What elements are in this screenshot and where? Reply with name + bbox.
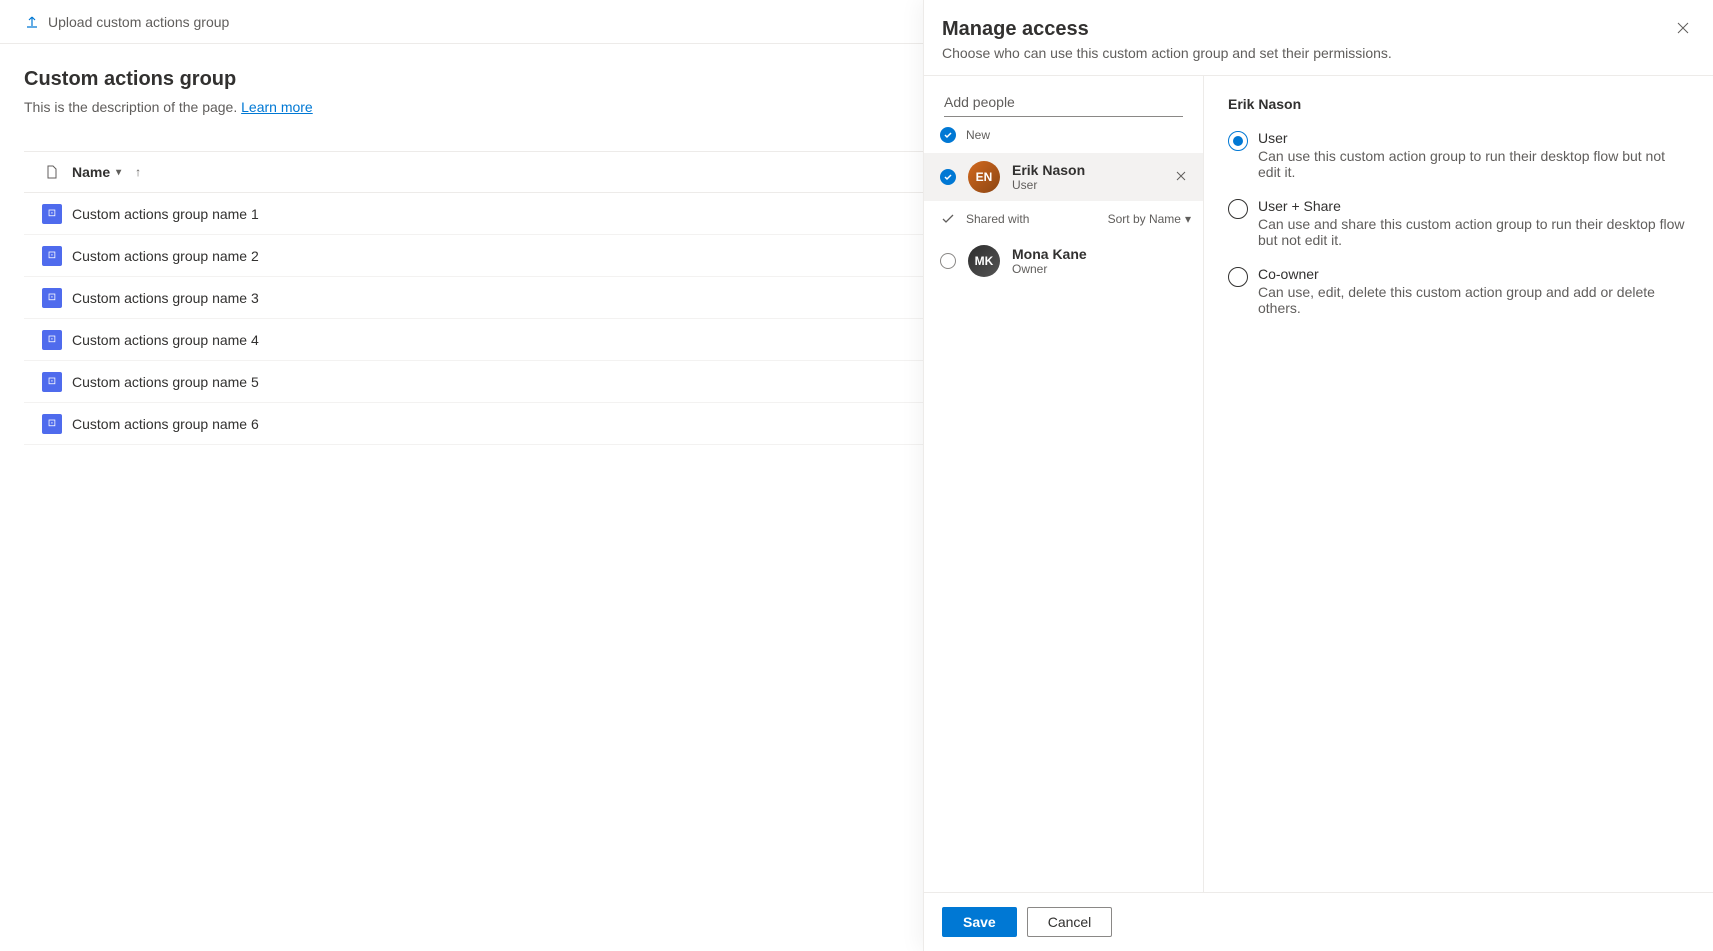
permission-label: User + Share — [1258, 198, 1689, 214]
add-people-wrap — [924, 76, 1203, 117]
panel-footer: Save Cancel — [924, 892, 1713, 951]
person-text: Mona Kane Owner — [1012, 246, 1087, 276]
panel-subtitle: Choose who can use this custom action gr… — [942, 45, 1689, 61]
row-type-icon: ⊡ — [32, 330, 72, 350]
column-icon-header — [32, 164, 72, 180]
person-name: Mona Kane — [1012, 246, 1087, 262]
shared-section-header: Shared with Sort by Name ▾ — [924, 201, 1203, 237]
close-icon — [1175, 170, 1187, 182]
person-row-mona-kane[interactable]: MK Mona Kane Owner — [924, 237, 1203, 285]
upload-actions-group-button[interactable]: Upload custom actions group — [24, 14, 229, 30]
panel-body: New EN Erik Nason User Shared with — [924, 76, 1713, 892]
column-name-label: Name — [72, 164, 110, 180]
panel-title: Manage access — [942, 18, 1689, 41]
sort-people-button[interactable]: Sort by Name ▾ — [1108, 212, 1191, 226]
panel-header: Manage access Choose who can use this cu… — [924, 0, 1713, 76]
permission-option[interactable]: User Can use this custom action group to… — [1228, 130, 1689, 180]
person-text: Erik Nason User — [1012, 162, 1085, 192]
chevron-down-icon: ▾ — [116, 167, 121, 178]
row-type-icon: ⊡ — [32, 204, 72, 224]
save-button[interactable]: Save — [942, 907, 1017, 937]
row-type-icon: ⊡ — [32, 288, 72, 308]
permission-text: User + Share Can use and share this cust… — [1258, 198, 1689, 248]
manage-access-panel: Manage access Choose who can use this cu… — [923, 0, 1713, 951]
permissions-title: Erik Nason — [1228, 96, 1689, 112]
permission-description: Can use and share this custom action gro… — [1258, 216, 1689, 248]
permission-text: Co-owner Can use, edit, delete this cust… — [1258, 266, 1689, 316]
radio-button[interactable] — [1228, 131, 1248, 151]
new-section-label: New — [966, 128, 990, 142]
person-name: Erik Nason — [1012, 162, 1085, 178]
people-column: New EN Erik Nason User Shared with — [924, 76, 1204, 892]
permission-text: User Can use this custom action group to… — [1258, 130, 1689, 180]
avatar: EN — [968, 161, 1000, 193]
selection-check-icon — [940, 169, 956, 185]
permission-option[interactable]: Co-owner Can use, edit, delete this cust… — [1228, 266, 1689, 316]
checkmark-icon — [940, 211, 956, 227]
sort-label-text: Sort by Name — [1108, 212, 1181, 226]
permission-option[interactable]: User + Share Can use and share this cust… — [1228, 198, 1689, 248]
radio-button[interactable] — [1228, 267, 1248, 287]
sort-asc-icon: ↑ — [135, 165, 141, 179]
permissions-column: Erik Nason User Can use this custom acti… — [1204, 76, 1713, 892]
file-icon — [44, 164, 60, 180]
page-description-text: This is the description of the page. — [24, 99, 237, 115]
chevron-down-icon: ▾ — [1185, 212, 1191, 226]
person-row-erik-nason[interactable]: EN Erik Nason User — [924, 153, 1203, 201]
checkmark-circle-icon — [940, 127, 956, 143]
close-button[interactable] — [1675, 20, 1691, 36]
avatar-initials: MK — [975, 254, 994, 268]
row-type-icon: ⊡ — [32, 372, 72, 392]
radio-button[interactable] — [1228, 199, 1248, 219]
avatar: MK — [968, 245, 1000, 277]
selection-radio[interactable] — [940, 253, 956, 269]
avatar-initials: EN — [976, 170, 993, 184]
permission-label: Co-owner — [1258, 266, 1689, 282]
row-type-icon: ⊡ — [32, 414, 72, 434]
cancel-button[interactable]: Cancel — [1027, 907, 1113, 937]
permission-description: Can use, edit, delete this custom action… — [1258, 284, 1689, 316]
person-role: Owner — [1012, 262, 1087, 276]
permission-description: Can use this custom action group to run … — [1258, 148, 1689, 180]
shared-section-label: Shared with — [966, 212, 1029, 226]
row-type-icon: ⊡ — [32, 246, 72, 266]
upload-icon — [24, 14, 40, 30]
add-people-input[interactable] — [944, 88, 1183, 117]
new-section-header: New — [924, 117, 1203, 153]
close-icon — [1675, 20, 1691, 36]
upload-label: Upload custom actions group — [48, 14, 229, 30]
permission-label: User — [1258, 130, 1689, 146]
learn-more-link[interactable]: Learn more — [241, 99, 313, 115]
remove-person-button[interactable] — [1175, 169, 1187, 185]
person-role: User — [1012, 178, 1085, 192]
